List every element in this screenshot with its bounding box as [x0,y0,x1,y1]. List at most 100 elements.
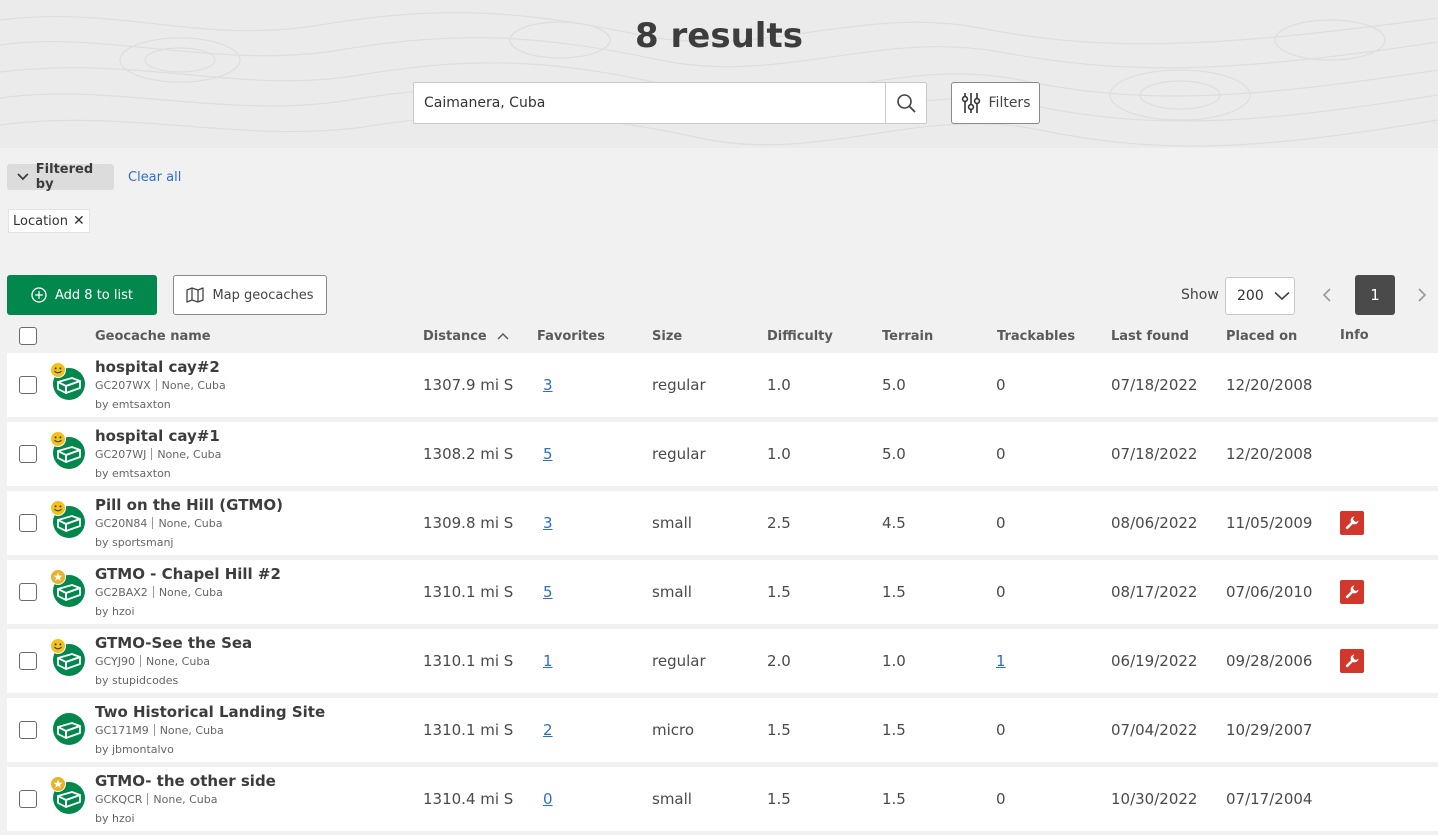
add-to-list-button[interactable]: Add 8 to list [7,275,157,315]
column-header-size[interactable]: Size [652,329,682,344]
cache-name-link[interactable]: GTMO-See the Sea [95,634,252,652]
search-button[interactable] [885,83,926,123]
previous-page-button[interactable] [1317,284,1337,306]
terrain-value: 5.0 [882,445,906,463]
difficulty-value: 1.5 [767,583,791,601]
filtered-by-toggle[interactable]: Filtered by [7,162,114,192]
filtered-by-label: Filtered by [35,162,94,192]
location-search [413,82,927,124]
filters-button[interactable]: Filters [951,82,1040,124]
favorites-link[interactable]: 0 [543,790,553,808]
sliders-icon [961,93,980,113]
cache-region: None, Cuba [153,793,218,806]
cache-name-link[interactable]: GTMO - Chapel Hill #2 [95,565,281,583]
size-value: regular [652,445,706,463]
distance-value: 1310.1 mi S [423,583,514,601]
select-all-checkbox[interactable] [19,327,37,345]
column-header-terrain[interactable]: Terrain [882,329,933,344]
cache-name-link[interactable]: GTMO- the other side [95,772,276,790]
page-size-select[interactable]: 200 [1225,277,1295,315]
distance-value: 1310.1 mi S [423,652,514,670]
chip-label: Location [13,213,68,229]
cache-meta: GC207WX None, Cuba [95,379,226,392]
cache-name-link[interactable]: hospital cay#1 [95,427,220,445]
placed-on-value: 12/20/2008 [1226,445,1313,463]
cache-owner: by sportsmanj [95,536,174,549]
current-page-button[interactable]: 1 [1355,275,1395,315]
needs-maintenance-icon[interactable] [1340,649,1364,673]
favorites-link[interactable]: 3 [543,376,553,394]
close-icon[interactable]: ✕ [73,213,85,229]
search-hero: 8 results Filters [0,0,1438,148]
row-checkbox[interactable] [19,652,37,670]
search-input[interactable] [414,83,885,123]
row-checkbox[interactable] [19,790,37,808]
placed-on-value: 09/28/2006 [1226,652,1313,670]
cache-name-link[interactable]: hospital cay#2 [95,358,220,376]
column-header-favorites[interactable]: Favorites [537,329,605,344]
cache-region: None, Cuba [161,379,226,392]
column-header-distance[interactable]: Distance [423,329,509,344]
terrain-value: 1.5 [882,721,906,739]
last-found-value: 10/30/2022 [1111,790,1198,808]
page-size-value: 200 [1237,288,1264,304]
map-geocaches-button[interactable]: Map geocaches [173,275,327,315]
row-checkbox[interactable] [19,514,37,532]
cache-code: GC207WJ [95,448,147,461]
row-checkbox[interactable] [19,445,37,463]
traditional-cache-icon [49,499,85,539]
cache-code: GC20N84 [95,517,148,530]
cache-name-link[interactable]: Pill on the Hill (GTMO) [95,496,283,514]
difficulty-value: 1.5 [767,790,791,808]
table-row: hospital cay#2 GC207WX None, Cuba by emts… [7,353,1438,417]
cache-owner: by emtsaxton [95,467,171,480]
traditional-cache-icon [49,361,85,401]
trackables-value: 0 [996,721,1006,739]
row-checkbox[interactable] [19,583,37,601]
column-header-trackables[interactable]: Trackables [997,329,1075,344]
table-row: hospital cay#1 GC207WJ None, Cuba by emts… [7,422,1438,486]
last-found-value: 07/18/2022 [1111,445,1198,463]
trackables-link[interactable]: 1 [996,652,1006,670]
row-checkbox[interactable] [19,721,37,739]
results-title: 8 results [635,16,803,56]
filter-chip-location[interactable]: Location ✕ [8,209,90,233]
column-header-difficulty[interactable]: Difficulty [767,329,833,344]
distance-value: 1307.9 mi S [423,376,514,394]
table-row: GTMO- the other side GCKQCR None, Cuba by… [7,767,1438,831]
traditional-cache-icon [49,706,85,746]
last-found-value: 07/04/2022 [1111,721,1198,739]
distance-value: 1310.1 mi S [423,721,514,739]
placed-on-value: 11/05/2009 [1226,514,1313,532]
favorites-link[interactable]: 1 [543,652,553,670]
placed-on-value: 07/06/2010 [1226,583,1313,601]
needs-maintenance-icon[interactable] [1340,511,1364,535]
favorites-link[interactable]: 2 [543,721,553,739]
favorites-link[interactable]: 5 [543,583,553,601]
row-checkbox[interactable] [19,376,37,394]
placed-on-value: 12/20/2008 [1226,376,1313,394]
table-row: GTMO-See the Sea GCYJ90 None, Cuba by stu… [7,629,1438,693]
cache-code: GCKQCR [95,793,143,806]
size-value: regular [652,376,706,394]
cache-region: None, Cuba [159,724,224,737]
traditional-cache-icon [49,430,85,470]
distance-value: 1310.4 mi S [423,790,514,808]
size-value: regular [652,652,706,670]
column-header-name[interactable]: Geocache name [95,329,211,344]
cache-region: None, Cuba [157,448,222,461]
column-header-last-found[interactable]: Last found [1111,329,1189,344]
favorites-link[interactable]: 3 [543,514,553,532]
placed-on-value: 10/29/2007 [1226,721,1313,739]
column-header-placed-on[interactable]: Placed on [1226,329,1297,344]
difficulty-value: 1.0 [767,376,791,394]
filters-label: Filters [988,95,1031,111]
cache-meta: GCYJ90 None, Cuba [95,655,210,668]
next-page-button[interactable] [1412,284,1432,306]
trackables-value: 0 [996,583,1006,601]
cache-name-link[interactable]: Two Historical Landing Site [95,703,325,721]
needs-maintenance-icon[interactable] [1340,580,1364,604]
cache-owner: by jbmontalvo [95,743,174,756]
favorites-link[interactable]: 5 [543,445,553,463]
clear-all-link[interactable]: Clear all [128,170,181,185]
